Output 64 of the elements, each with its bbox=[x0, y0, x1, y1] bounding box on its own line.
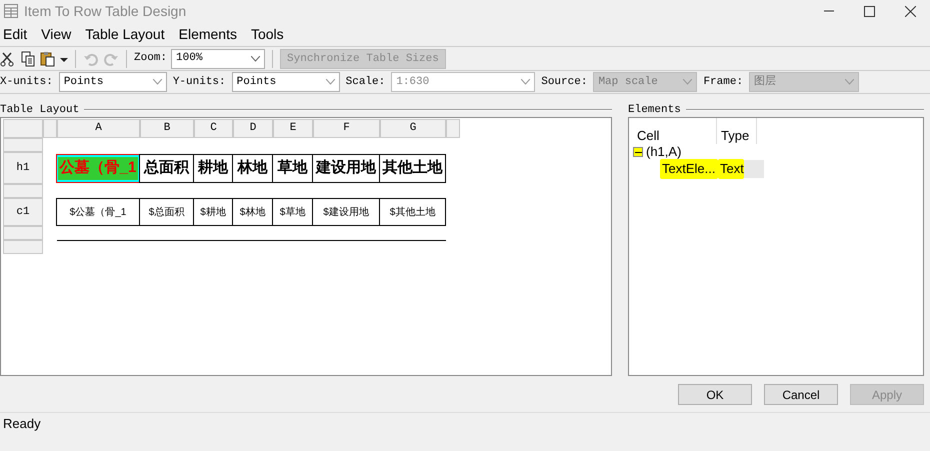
field-label: X-units: bbox=[0, 74, 53, 90]
table-cell[interactable]: $建设用地 bbox=[312, 198, 380, 226]
menu-item[interactable]: Tools bbox=[250, 24, 284, 44]
chevron-icon bbox=[152, 79, 162, 85]
header-cell bbox=[446, 119, 460, 138]
dialog-button[interactable]: Cancel bbox=[764, 384, 838, 405]
table-cell[interactable]: 其他土地 bbox=[379, 154, 446, 183]
dropdown[interactable]: Points bbox=[58, 72, 167, 92]
column-header[interactable]: Cell bbox=[633, 118, 717, 144]
field-label: Y-units: bbox=[172, 74, 226, 90]
header-cell bbox=[3, 138, 43, 152]
table-icon bbox=[4, 4, 18, 18]
menu-item[interactable]: Table Layout bbox=[85, 24, 165, 44]
menu-item[interactable]: Elements bbox=[178, 24, 237, 44]
chevron-icon bbox=[251, 56, 260, 62]
field-label: Scale: bbox=[346, 74, 386, 90]
collapse-toggle[interactable] bbox=[633, 147, 643, 157]
close-icon[interactable] bbox=[905, 6, 916, 16]
table-cell[interactable]: 林地 bbox=[232, 154, 273, 183]
column-header[interactable]: E bbox=[273, 119, 313, 138]
zoom-dropdown[interactable]: 100% bbox=[171, 48, 266, 68]
row-header[interactable]: h1 bbox=[3, 152, 43, 184]
column-header[interactable]: C bbox=[194, 119, 233, 138]
column-header[interactable]: G bbox=[380, 119, 446, 138]
header-cell bbox=[3, 184, 43, 198]
table-cell[interactable]: $草地 bbox=[272, 198, 313, 226]
table-cell[interactable]: 草地 bbox=[272, 154, 313, 183]
column-header[interactable]: F bbox=[313, 119, 380, 138]
copy-icon[interactable] bbox=[20, 50, 36, 66]
chevron-icon bbox=[683, 79, 692, 85]
maximize-icon[interactable] bbox=[864, 6, 875, 16]
dialog-button[interactable]: OK bbox=[678, 384, 752, 405]
chevron-icon bbox=[845, 79, 854, 85]
header-cell bbox=[3, 226, 43, 240]
tree-item[interactable]: (h1,A) bbox=[646, 142, 682, 162]
table-cell[interactable]: $公墓（骨_1 bbox=[56, 198, 140, 226]
dropdown[interactable]: Points bbox=[232, 72, 340, 92]
header-cell bbox=[3, 119, 43, 138]
menu-item[interactable]: View bbox=[41, 24, 72, 44]
chevron-icon bbox=[521, 79, 530, 85]
row-header[interactable]: c1 bbox=[3, 198, 43, 226]
cut-icon[interactable] bbox=[0, 50, 16, 66]
menu-item[interactable]: Edit bbox=[3, 24, 28, 44]
table-cell[interactable]: 耕地 bbox=[193, 154, 233, 183]
paste-icon[interactable] bbox=[40, 50, 56, 66]
tree-row[interactable]: TextEle... Text bbox=[660, 160, 764, 178]
table-cell[interactable]: 总面积 bbox=[139, 154, 194, 183]
table-cell[interactable]: $林地 bbox=[232, 198, 273, 226]
header-cell bbox=[3, 240, 43, 254]
table-cell[interactable]: $耕地 bbox=[193, 198, 233, 226]
header-cell bbox=[43, 119, 57, 138]
status-text: Ready bbox=[3, 414, 41, 433]
column-header[interactable]: A bbox=[57, 119, 140, 138]
chevron-icon bbox=[326, 79, 335, 85]
table-cell[interactable]: 建设用地 bbox=[312, 154, 380, 183]
window-title: Item To Row Table Design bbox=[24, 2, 186, 21]
column-header[interactable]: B bbox=[140, 119, 194, 138]
column-header[interactable]: Type bbox=[717, 118, 757, 144]
field-label: Source: bbox=[541, 74, 588, 90]
field-label: Frame: bbox=[703, 74, 744, 90]
table-cell[interactable]: $其他土地 bbox=[379, 198, 446, 226]
zoom-label: Zoom: bbox=[134, 51, 168, 66]
table-cell[interactable]: $总面积 bbox=[139, 198, 194, 226]
column-header[interactable]: D bbox=[233, 119, 273, 138]
